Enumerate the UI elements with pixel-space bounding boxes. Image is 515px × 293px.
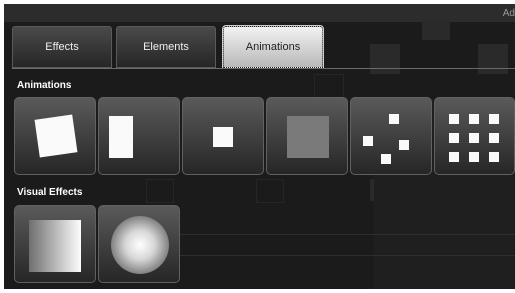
tab-label: Animations: [245, 41, 301, 53]
background-outline: [146, 179, 174, 203]
linear-gradient-icon: [29, 220, 81, 272]
square-dot: [449, 152, 459, 162]
square-dot: [449, 114, 459, 124]
square-dot: [363, 136, 373, 146]
small-square-icon: [213, 127, 233, 147]
square-dot: [489, 133, 499, 143]
tab-elements[interactable]: Elements: [116, 26, 216, 68]
tab-divider: [12, 68, 515, 69]
effect-tile-linear-gradient[interactable]: [14, 205, 96, 283]
square-grid-icon: [435, 98, 515, 176]
square-dot: [469, 152, 479, 162]
animation-tile-square-grid[interactable]: [434, 97, 515, 175]
square-dot: [399, 140, 409, 150]
window-title: Ad: [502, 8, 515, 19]
tab-effects[interactable]: Effects: [12, 26, 112, 68]
tab-label: Effects: [45, 41, 79, 53]
square-dot: [489, 152, 499, 162]
tab-label: Elements: [143, 41, 189, 53]
effect-tile-radial-gradient[interactable]: [98, 205, 180, 283]
square-dot: [489, 114, 499, 124]
animations-panel: Ad Effects Elements Animations Animation…: [4, 4, 515, 289]
background-block: [422, 20, 450, 40]
tall-rectangle-icon: [109, 116, 133, 158]
background-outline: [256, 179, 284, 203]
animation-tile-tilted-square[interactable]: [14, 97, 96, 175]
scattered-squares-icon: [351, 98, 433, 176]
animation-tile-tall-rectangle[interactable]: [98, 97, 180, 175]
section-label-visual-effects: Visual Effects: [17, 187, 83, 198]
square-dot: [389, 114, 399, 124]
square-dot: [469, 114, 479, 124]
animation-tile-scattered-squares[interactable]: [350, 97, 432, 175]
square-dot: [449, 133, 459, 143]
animation-tile-gray-square[interactable]: [266, 97, 348, 175]
radial-gradient-icon: [111, 216, 169, 274]
tilted-square-icon: [34, 114, 78, 158]
animation-tile-small-square[interactable]: [182, 97, 264, 175]
background-block: [478, 44, 508, 74]
square-dot: [381, 154, 391, 164]
square-dot: [469, 133, 479, 143]
background-block: [370, 44, 400, 74]
background-bar: [180, 234, 515, 256]
section-label-animations: Animations: [17, 80, 72, 91]
tab-animations[interactable]: Animations: [222, 25, 324, 69]
gray-square-icon: [287, 116, 329, 158]
